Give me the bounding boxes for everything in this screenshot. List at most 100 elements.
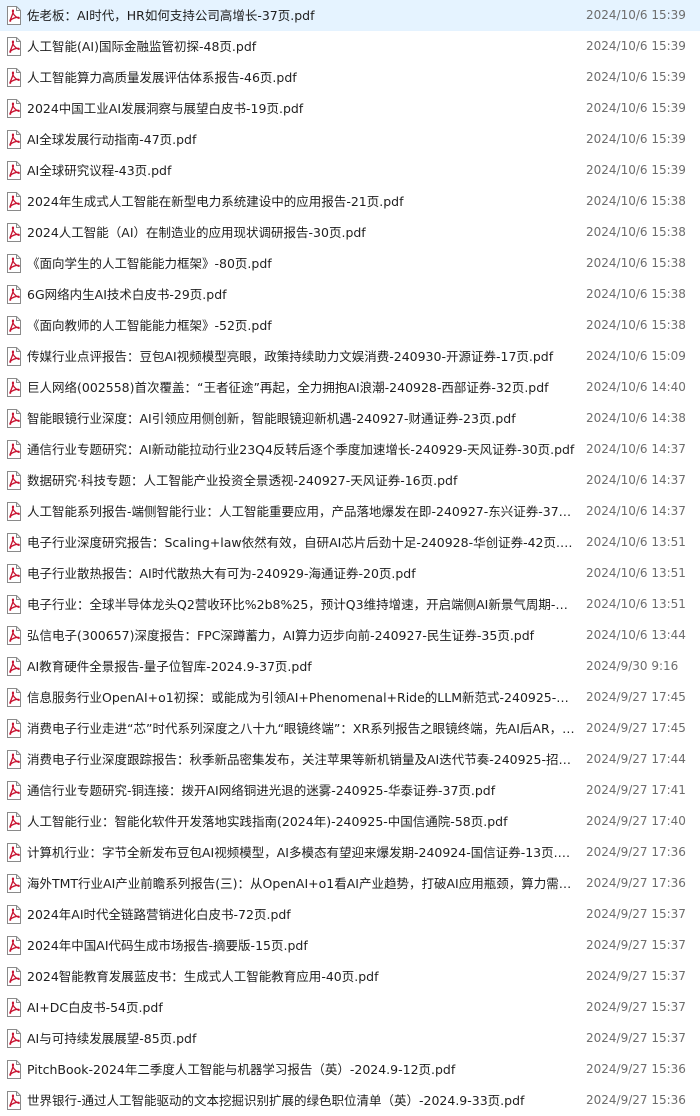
file-name: 6G网络内生AI技术白皮书-29页.pdf <box>27 287 227 302</box>
file-modified-date: 2024/9/27 15:36 <box>586 1093 686 1107</box>
pdf-file-icon <box>6 440 22 459</box>
file-row[interactable]: 《面向学生的人工智能能力框架》-80页.pdf 2024/10/6 15:38 <box>0 248 700 279</box>
file-name: 2024智能教育发展蓝皮书：生成式人工智能教育应用-40页.pdf <box>27 969 379 984</box>
file-row[interactable]: 《面向教师的人工智能能力框架》-52页.pdf 2024/10/6 15:38 <box>0 310 700 341</box>
file-row[interactable]: 电子行业散热报告：AI时代散热大有可为-240929-海通证券-20页.pdf 2… <box>0 558 700 589</box>
pdf-file-icon <box>6 378 22 397</box>
file-row[interactable]: 消费电子行业走进“芯”时代系列深度之八十九“眼镜终端”：XR系列报告之眼镜终端，… <box>0 713 700 744</box>
pdf-file-icon <box>6 285 22 304</box>
file-modified-date: 2024/10/6 14:40 <box>586 380 686 394</box>
file-modified-date: 2024/9/27 15:37 <box>586 907 686 921</box>
file-name: 信息服务行业OpenAI+o1初探：或能成为引领AI+Phenomenal+Ri… <box>27 690 575 705</box>
file-name: AI+DC白皮书-54页.pdf <box>27 1000 163 1015</box>
file-row[interactable]: 弘信电子(300657)深度报告：FPC深蹲蓄力，AI算力迈步向前-240927… <box>0 620 700 651</box>
file-row[interactable]: 传媒行业点评报告：豆包AI视频模型亮眼，政策持续助力文娱消费-240930-开源… <box>0 341 700 372</box>
file-modified-date: 2024/10/6 15:38 <box>586 318 686 332</box>
pdf-file-icon <box>6 1091 22 1110</box>
file-name: 2024人工智能（AI）在制造业的应用现状调研报告-30页.pdf <box>27 225 366 240</box>
file-row[interactable]: 人工智能算力高质量发展评估体系报告-46页.pdf 2024/10/6 15:39 <box>0 62 700 93</box>
file-modified-date: 2024/9/27 17:45 <box>586 721 686 735</box>
file-name: 传媒行业点评报告：豆包AI视频模型亮眼，政策持续助力文娱消费-240930-开源… <box>27 349 554 364</box>
file-row[interactable]: AI与可持续发展展望-85页.pdf 2024/9/27 15:37 <box>0 1023 700 1054</box>
file-row[interactable]: 人工智能系列报告-端侧智能行业：人工智能重要应用，产品落地爆发在即-240927… <box>0 496 700 527</box>
file-modified-date: 2024/10/6 15:39 <box>586 39 686 53</box>
pdf-file-icon <box>6 874 22 893</box>
pdf-file-icon <box>6 998 22 1017</box>
file-row[interactable]: AI全球研究议程-43页.pdf 2024/10/6 15:39 <box>0 155 700 186</box>
file-row[interactable]: 电子行业深度研究报告：Scaling+law依然有效，自研AI芯片后劲十足-24… <box>0 527 700 558</box>
file-row[interactable]: 世界银行-通过人工智能驱动的文本挖掘识别扩展的绿色职位清单（英）-2024.9-… <box>0 1085 700 1116</box>
file-name: PitchBook-2024年二季度人工智能与机器学习报告（英）-2024.9-… <box>27 1062 456 1077</box>
file-row[interactable]: 2024年中国AI代码生成市场报告-摘要版-15页.pdf 2024/9/27 1… <box>0 930 700 961</box>
file-name: AI教育硬件全景报告-量子位智库-2024.9-37页.pdf <box>27 659 312 674</box>
file-name: 电子行业：全球半导体龙头Q2营收环比%2b8%25，预计Q3维持增速，开启端侧A… <box>27 597 575 612</box>
file-row[interactable]: 2024年AI时代全链路营销进化白皮书-72页.pdf 2024/9/27 15:… <box>0 899 700 930</box>
file-name: 《面向学生的人工智能能力框架》-80页.pdf <box>27 256 272 271</box>
file-row[interactable]: AI教育硬件全景报告-量子位智库-2024.9-37页.pdf 2024/9/30… <box>0 651 700 682</box>
file-row[interactable]: 2024智能教育发展蓝皮书：生成式人工智能教育应用-40页.pdf 2024/9/… <box>0 961 700 992</box>
file-name: 2024年AI时代全链路营销进化白皮书-72页.pdf <box>27 907 291 922</box>
file-name: 人工智能(AI)国际金融监管初探-48页.pdf <box>27 39 257 54</box>
file-name: 2024年中国AI代码生成市场报告-摘要版-15页.pdf <box>27 938 308 953</box>
file-name: 人工智能行业：智能化软件开发落地实践指南(2024年)-240925-中国信通院… <box>27 814 508 829</box>
file-name: AI全球研究议程-43页.pdf <box>27 163 172 178</box>
file-name: 世界银行-通过人工智能驱动的文本挖掘识别扩展的绿色职位清单（英）-2024.9-… <box>27 1093 525 1108</box>
file-row[interactable]: 6G网络内生AI技术白皮书-29页.pdf 2024/10/6 15:38 <box>0 279 700 310</box>
file-row[interactable]: 巨人网络(002558)首次覆盖：“王者征途”再起，全力拥抱AI浪潮-24092… <box>0 372 700 403</box>
file-modified-date: 2024/9/27 15:37 <box>586 938 686 952</box>
file-row[interactable]: 消费电子行业深度跟踪报告：秋季新品密集发布，关注苹果等新机销量及AI迭代节奏-2… <box>0 744 700 775</box>
pdf-file-icon <box>6 502 22 521</box>
file-row[interactable]: 人工智能(AI)国际金融监管初探-48页.pdf 2024/10/6 15:39 <box>0 31 700 62</box>
file-row[interactable]: AI全球发展行动指南-47页.pdf 2024/10/6 15:39 <box>0 124 700 155</box>
file-modified-date: 2024/10/6 15:39 <box>586 163 686 177</box>
file-row[interactable]: 佐老板：AI时代，HR如何支持公司高增长-37页.pdf 2024/10/6 15… <box>0 0 700 31</box>
file-name: 数据研究·科技专题：人工智能产业投资全景透视-240927-天风证券-16页.p… <box>27 473 458 488</box>
file-row[interactable]: 2024年生成式人工智能在新型电力系统建设中的应用报告-21页.pdf 2024/… <box>0 186 700 217</box>
file-row[interactable]: 电子行业：全球半导体龙头Q2营收环比%2b8%25，预计Q3维持增速，开启端侧A… <box>0 589 700 620</box>
file-row[interactable]: 计算机行业：字节全新发布豆包AI视频模型，AI多模态有望迎来爆发期-240924… <box>0 837 700 868</box>
file-modified-date: 2024/10/6 15:38 <box>586 225 686 239</box>
pdf-file-icon <box>6 1060 22 1079</box>
file-modified-date: 2024/10/6 13:51 <box>586 597 686 611</box>
pdf-file-icon <box>6 595 22 614</box>
file-name: 巨人网络(002558)首次覆盖：“王者征途”再起，全力拥抱AI浪潮-24092… <box>27 380 549 395</box>
file-name: 通信行业专题研究-铜连接：拨开AI网络铜进光退的迷雾-240925-华泰证券-3… <box>27 783 496 798</box>
pdf-file-icon <box>6 688 22 707</box>
file-name: 电子行业散热报告：AI时代散热大有可为-240929-海通证券-20页.pdf <box>27 566 416 581</box>
file-name: 佐老板：AI时代，HR如何支持公司高增长-37页.pdf <box>27 8 315 23</box>
pdf-file-icon <box>6 68 22 87</box>
file-name: 通信行业专题研究：AI新动能拉动行业23Q4反转后逐个季度加速增长-240929… <box>27 442 575 457</box>
pdf-file-icon <box>6 781 22 800</box>
file-modified-date: 2024/9/27 17:36 <box>586 876 686 890</box>
file-row[interactable]: 数据研究·科技专题：人工智能产业投资全景透视-240927-天风证券-16页.p… <box>0 465 700 496</box>
file-row[interactable]: PitchBook-2024年二季度人工智能与机器学习报告（英）-2024.9-… <box>0 1054 700 1085</box>
file-row[interactable]: 通信行业专题研究：AI新动能拉动行业23Q4反转后逐个季度加速增长-240929… <box>0 434 700 465</box>
file-row[interactable]: 人工智能行业：智能化软件开发落地实践指南(2024年)-240925-中国信通院… <box>0 806 700 837</box>
file-name: 人工智能系列报告-端侧智能行业：人工智能重要应用，产品落地爆发在即-240927… <box>27 504 575 519</box>
file-modified-date: 2024/9/27 15:37 <box>586 1031 686 1045</box>
file-name: 计算机行业：字节全新发布豆包AI视频模型，AI多模态有望迎来爆发期-240924… <box>27 845 575 860</box>
pdf-file-icon <box>6 409 22 428</box>
file-modified-date: 2024/10/6 15:39 <box>586 132 686 146</box>
pdf-file-icon <box>6 967 22 986</box>
file-row[interactable]: 海外TMT行业AI产业前瞻系列报告(三)：从OpenAI+o1看AI产业趋势，打… <box>0 868 700 899</box>
file-modified-date: 2024/9/27 17:45 <box>586 690 686 704</box>
file-modified-date: 2024/9/27 15:37 <box>586 1000 686 1014</box>
file-modified-date: 2024/10/6 15:39 <box>586 8 686 22</box>
file-row[interactable]: AI+DC白皮书-54页.pdf 2024/9/27 15:37 <box>0 992 700 1023</box>
file-modified-date: 2024/10/6 15:39 <box>586 101 686 115</box>
pdf-file-icon <box>6 161 22 180</box>
file-modified-date: 2024/9/27 17:44 <box>586 752 686 766</box>
file-modified-date: 2024/10/6 13:51 <box>586 535 686 549</box>
file-modified-date: 2024/10/6 14:38 <box>586 411 686 425</box>
file-name: 消费电子行业走进“芯”时代系列深度之八十九“眼镜终端”：XR系列报告之眼镜终端，… <box>27 721 575 736</box>
file-row[interactable]: 2024中国工业AI发展洞察与展望白皮书-19页.pdf 2024/10/6 15… <box>0 93 700 124</box>
pdf-file-icon <box>6 192 22 211</box>
file-row[interactable]: 智能眼镜行业深度：AI引领应用侧创新，智能眼镜迎新机遇-240927-财通证券-… <box>0 403 700 434</box>
file-row[interactable]: 通信行业专题研究-铜连接：拨开AI网络铜进光退的迷雾-240925-华泰证券-3… <box>0 775 700 806</box>
file-name: 《面向教师的人工智能能力框架》-52页.pdf <box>27 318 272 333</box>
file-row[interactable]: 2024人工智能（AI）在制造业的应用现状调研报告-30页.pdf 2024/10… <box>0 217 700 248</box>
file-name: 人工智能算力高质量发展评估体系报告-46页.pdf <box>27 70 297 85</box>
file-row[interactable]: 信息服务行业OpenAI+o1初探：或能成为引领AI+Phenomenal+Ri… <box>0 682 700 713</box>
file-modified-date: 2024/10/6 14:37 <box>586 473 686 487</box>
